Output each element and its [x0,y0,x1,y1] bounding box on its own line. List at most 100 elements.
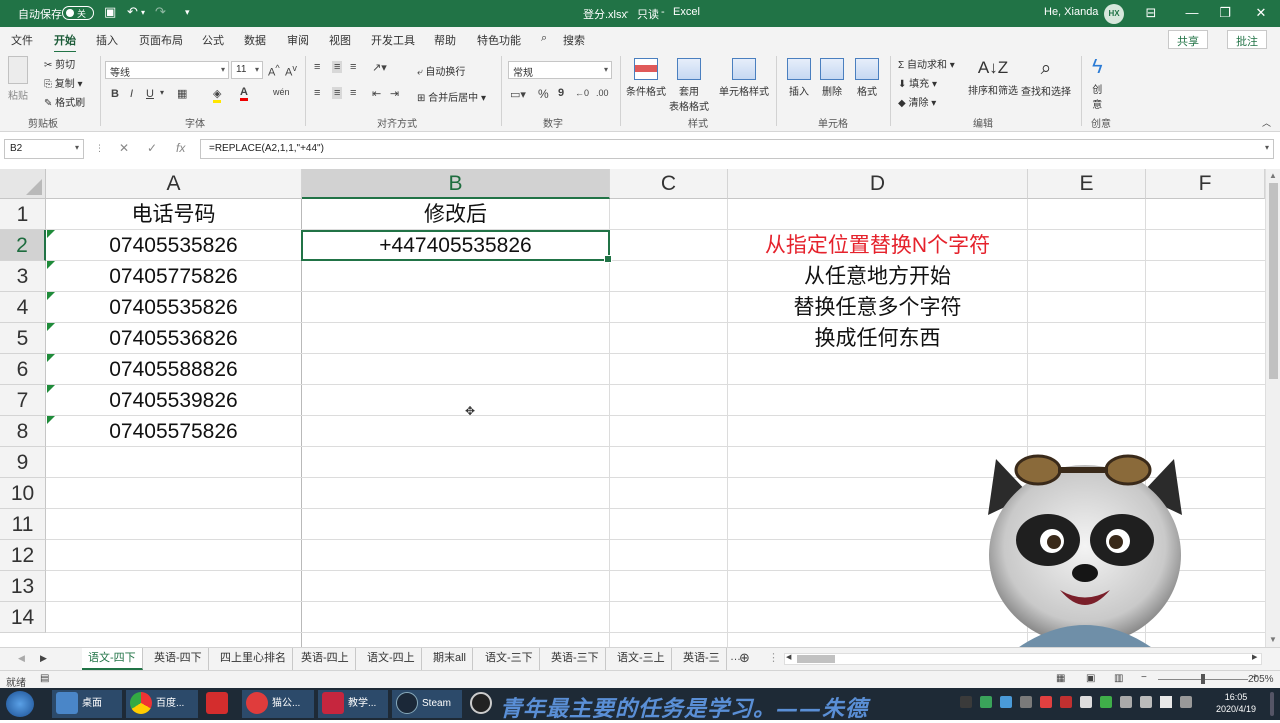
tab-developer[interactable]: 开发工具 [371,32,415,48]
merge-center-button[interactable]: ⊞ 合并后居中 ▾ [417,89,486,104]
delete-cells-button[interactable]: 删除 [820,58,844,98]
volume-icon[interactable] [1140,696,1152,708]
cell-a5[interactable]: 07405536826 [46,323,301,354]
add-sheet-icon[interactable]: ⊕ [739,650,750,666]
taskbar-item-youdao[interactable] [202,690,238,718]
taskbar-item-teaching[interactable]: 教学... [318,690,388,718]
tab-special-features[interactable]: 特色功能 [477,32,521,48]
macro-record-icon[interactable]: ▤ [40,673,49,684]
tray-icon[interactable] [1060,696,1072,708]
accounting-icon[interactable]: ▭▾ [510,88,526,101]
align-middle-icon[interactable]: ≡ [332,61,343,73]
format-as-table-button[interactable]: 套用 表格格式 [669,58,709,113]
fill-button[interactable]: ⬇ 填充 ▾ [898,75,937,90]
cell-d4[interactable]: 替换任意多个字符 [728,292,1027,323]
network-icon[interactable] [1120,696,1132,708]
row-header-4[interactable]: 4 [0,292,46,323]
customize-qat-icon[interactable]: ▾ [185,7,190,18]
tray-icon[interactable] [1180,696,1192,708]
increase-font-icon[interactable]: A^ [268,63,280,79]
taskbar-clock[interactable]: 16:05 2020/4/19 [1206,691,1266,715]
comma-icon[interactable]: 9 [558,87,564,99]
align-top-icon[interactable]: ≡ [314,61,320,73]
sheet-tab-yuwen-4x[interactable]: 语文-四下 [82,648,143,670]
decrease-indent-icon[interactable]: ⇤ [372,87,381,100]
sheet-tab-yingyu-3[interactable]: 英语-三 [677,648,727,670]
tab-insert[interactable]: 插入 [96,32,118,48]
cell-d3[interactable]: 从任意地方开始 [728,261,1027,292]
insert-function-icon[interactable]: fx [176,141,185,155]
increase-indent-icon[interactable]: ⇥ [390,87,399,100]
show-desktop-button[interactable] [1270,692,1274,716]
share-button[interactable]: 共享 [1168,30,1208,49]
normal-view-icon[interactable]: ▦ [1056,673,1065,684]
undo-icon[interactable]: ↶ [127,4,138,20]
ime-icon[interactable] [1160,696,1172,708]
tab-file[interactable]: 文件 [11,32,33,48]
column-header-c[interactable]: C [610,169,728,199]
taskbar-item-steam[interactable]: Steam [392,690,462,718]
tray-icon[interactable] [960,696,972,708]
search-box[interactable]: 搜索 [563,32,585,48]
column-header-d[interactable]: D [728,169,1028,199]
chevron-down-icon[interactable]: ▾ [160,88,164,97]
cut-button[interactable]: ✂ 剪切 [44,56,75,71]
row-header-9[interactable]: 9 [0,447,46,478]
cancel-icon[interactable]: ✕ [119,141,129,155]
row-header-2[interactable]: 2 [0,230,46,261]
scroll-down-icon[interactable]: ▼ [1269,635,1277,644]
sheet-tab-yingyu-4s[interactable]: 英语-四上 [295,648,356,670]
tray-icon[interactable] [1020,696,1032,708]
tray-icon[interactable] [1040,696,1052,708]
zoom-out-icon[interactable]: − [1141,672,1147,683]
row-header-8[interactable]: 8 [0,416,46,447]
autosum-button[interactable]: Σ 自动求和 ▾ [898,56,955,71]
align-bottom-icon[interactable]: ≡ [350,61,356,73]
sheet-tab-final-all[interactable]: 期末all [427,648,474,670]
page-layout-view-icon[interactable]: ▣ [1086,673,1095,684]
cell-a7[interactable]: 07405539826 [46,385,301,416]
page-break-view-icon[interactable]: ▥ [1114,673,1123,684]
ribbon-display-icon[interactable]: ⊟ [1131,2,1171,24]
find-select-button[interactable]: ⌕ 查找和选择 [1021,58,1071,98]
number-format-select[interactable]: 常规 ▾ [508,61,612,79]
scroll-right-icon[interactable]: ▶ [1252,653,1257,661]
redo-icon[interactable]: ↷ [155,4,166,20]
wechat-icon[interactable] [1100,696,1112,708]
font-size-select[interactable]: 11 ▾ [231,61,263,79]
row-header-14[interactable]: 14 [0,602,46,633]
format-painter-button[interactable]: ✎ 格式刷 [44,94,85,109]
clear-button[interactable]: ◆ 清除 ▾ [898,94,936,109]
conditional-formatting-button[interactable]: 条件格式 [626,58,666,98]
scroll-up-icon[interactable]: ▲ [1269,171,1277,180]
format-cells-button[interactable]: 格式 [855,58,879,98]
sheet-tab-yuwen-3x[interactable]: 语文-三下 [479,648,540,670]
taskbar-item-player[interactable]: 猫公... [242,690,314,718]
tray-icon[interactable] [1080,696,1092,708]
italic-icon[interactable]: I [130,88,133,100]
align-center-icon[interactable]: ≡ [332,87,343,99]
close-icon[interactable]: ✕ [1241,2,1280,24]
save-icon[interactable]: ▣ [104,4,116,20]
increase-decimal-icon[interactable]: ←0 [575,88,589,98]
row-header-12[interactable]: 12 [0,540,46,571]
cell-styles-button[interactable]: 单元格样式 [719,58,769,98]
search-icon[interactable]: ⌕ [541,32,547,45]
divider-handle-icon[interactable]: ⋮ [768,651,779,664]
restore-icon[interactable]: ❐ [1205,2,1245,24]
undo-dropdown-icon[interactable]: ▾ [141,8,145,17]
phonetic-icon[interactable]: wén [273,87,290,97]
tab-page-layout[interactable]: 页面布局 [139,32,183,48]
align-left-icon[interactable]: ≡ [314,87,320,99]
user-name[interactable]: He, Xianda [1044,6,1098,18]
collapse-ribbon-icon[interactable]: ︿ [1262,116,1271,129]
font-color-icon[interactable]: A [240,86,248,101]
sheet-tab-yingyu-4x[interactable]: 英语-四下 [148,648,209,670]
row-header-1[interactable]: 1 [0,199,46,230]
row-header-6[interactable]: 6 [0,354,46,385]
cell-d2[interactable]: 从指定位置替换N个字符 [728,230,1027,261]
bold-icon[interactable]: B [111,88,119,100]
cell-a8[interactable]: 07405575826 [46,416,301,447]
sheet-tab-ranking[interactable]: 四上里心排名 [214,648,293,670]
column-header-b[interactable]: B [302,169,610,199]
